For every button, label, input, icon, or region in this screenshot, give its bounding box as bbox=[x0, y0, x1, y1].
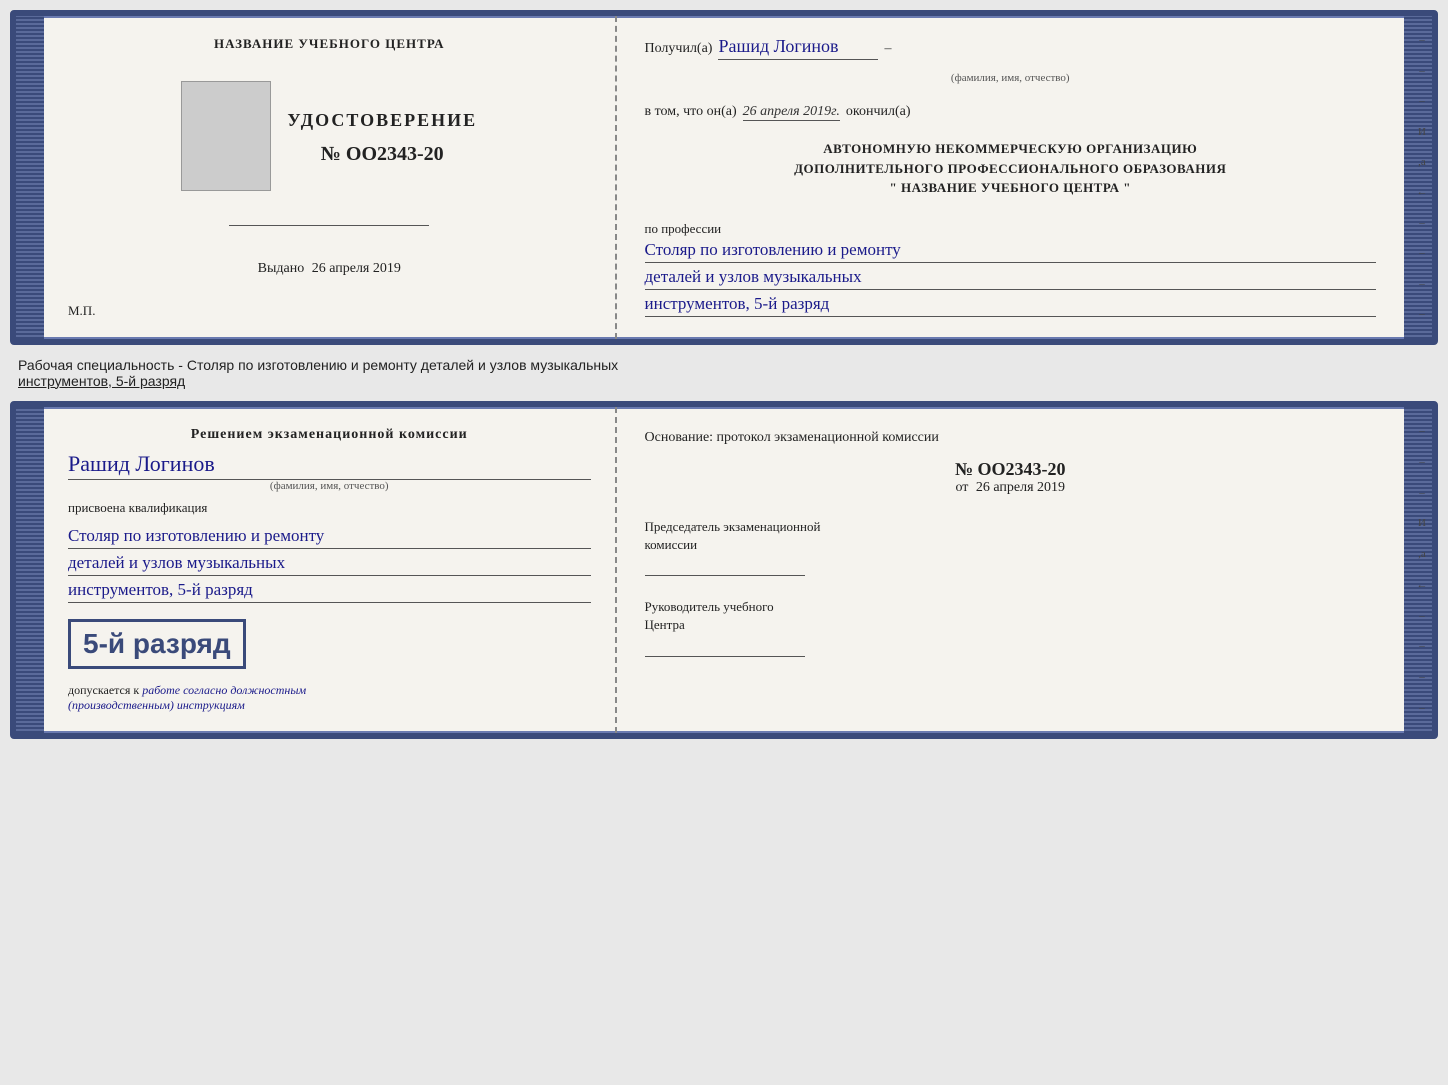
profession-lines: Столяр по изготовлению и ремонту деталей… bbox=[645, 238, 1377, 319]
allowed-value2: (производственным) инструкциям bbox=[68, 698, 245, 712]
profession-line2: деталей и узлов музыкальных bbox=[645, 267, 1377, 290]
received-label: Получил(а) bbox=[645, 41, 713, 57]
rank-text: 5-й разряд bbox=[83, 628, 231, 659]
org-text: АВТОНОМНУЮ НЕКОММЕРЧЕСКУЮ ОРГАНИЗАЦИЮ ДО… bbox=[645, 139, 1377, 198]
chairman-block: Председатель экзаменационной комиссии bbox=[645, 518, 1377, 576]
page-wrapper: НАЗВАНИЕ УЧЕБНОГО ЦЕНТРА УДОСТОВЕРЕНИЕ №… bbox=[10, 10, 1438, 739]
binding-right-bottom bbox=[1404, 407, 1432, 733]
profession-section: по профессии Столяр по изготовлению и ре… bbox=[645, 220, 1377, 319]
org-line1: АВТОНОМНУЮ НЕКОММЕРЧЕСКУЮ ОРГАНИЗАЦИЮ bbox=[645, 139, 1377, 159]
cert-label: УДОСТОВЕРЕНИЕ bbox=[287, 110, 477, 131]
issued-label: Выдано bbox=[258, 261, 305, 276]
top-school-name: НАЗВАНИЕ УЧЕБНОГО ЦЕНТРА bbox=[214, 36, 445, 52]
basis-text: Основание: протокол экзаменационной коми… bbox=[645, 427, 1377, 449]
bottom-prof-line1: Столяр по изготовлению и ремонту bbox=[68, 526, 591, 549]
allowed-section: допускается к работе согласно должностны… bbox=[68, 683, 591, 713]
bottom-right-panel: Основание: протокол экзаменационной коми… bbox=[617, 407, 1405, 733]
mp-label: М.П. bbox=[68, 303, 95, 319]
bottom-name-section: Рашид Логинов (фамилия, имя, отчество) bbox=[68, 451, 591, 492]
top-certificate-card: НАЗВАНИЕ УЧЕБНОГО ЦЕНТРА УДОСТОВЕРЕНИЕ №… bbox=[10, 10, 1438, 345]
allowed-value: работе согласно должностным bbox=[142, 683, 306, 697]
top-left-panel: НАЗВАНИЕ УЧЕБНОГО ЦЕНТРА УДОСТОВЕРЕНИЕ №… bbox=[44, 16, 617, 339]
director-block: Руководитель учебного Центра bbox=[645, 598, 1377, 656]
profession-line3: инструментов, 5-й разряд bbox=[645, 294, 1377, 317]
protocol-date-prefix: от bbox=[955, 480, 968, 495]
name-subtext-top: (фамилия, имя, отчество) bbox=[645, 72, 1377, 84]
protocol-date: от 26 апреля 2019 bbox=[645, 480, 1377, 496]
profession-line1: Столяр по изготовлению и ремонту bbox=[645, 240, 1377, 263]
cert-number: № OO2343-20 bbox=[321, 143, 444, 166]
specialty-text: Рабочая специальность - Столяр по изгото… bbox=[10, 353, 1438, 393]
received-name: Рашид Логинов bbox=[718, 36, 878, 60]
assigned-label: присвоена квалификация bbox=[68, 500, 591, 516]
org-line2: ДОПОЛНИТЕЛЬНОГО ПРОФЕССИОНАЛЬНОГО ОБРАЗО… bbox=[645, 159, 1377, 179]
binding-right-top bbox=[1404, 16, 1432, 339]
bottom-left-panel: Решением экзаменационной комиссии Рашид … bbox=[44, 407, 617, 733]
top-right-panel: Получил(а) Рашид Логинов – (фамилия, имя… bbox=[617, 16, 1405, 339]
date-value: 26 апреля 2019г. bbox=[743, 104, 840, 121]
received-row: Получил(а) Рашид Логинов – bbox=[645, 36, 1377, 60]
bottom-profession-lines: Столяр по изготовлению и ремонту деталей… bbox=[68, 524, 591, 605]
rank-box: 5-й разряд bbox=[68, 619, 246, 669]
bottom-certificate-card: Решением экзаменационной комиссии Рашид … bbox=[10, 401, 1438, 739]
bottom-name-subtext: (фамилия, имя, отчество) bbox=[68, 480, 591, 492]
protocol-number: № OO2343-20 bbox=[645, 459, 1377, 480]
binding-left-bottom bbox=[16, 407, 44, 733]
protocol-section: № OO2343-20 от 26 апреля 2019 bbox=[645, 459, 1377, 496]
chairman-label: Председатель экзаменационной комиссии bbox=[645, 518, 1377, 554]
protocol-date-value: 26 апреля 2019 bbox=[976, 480, 1065, 495]
bottom-name: Рашид Логинов bbox=[68, 451, 591, 480]
date-suffix: окончил(а) bbox=[846, 104, 911, 120]
date-prefix: в том, что он(а) bbox=[645, 104, 737, 120]
specialty-line1: Рабочая специальность - Столяр по изгото… bbox=[18, 357, 618, 373]
allowed-prefix: допускается к bbox=[68, 683, 139, 697]
photo-placeholder bbox=[181, 81, 271, 191]
chairman-sig-line bbox=[645, 558, 805, 576]
director-sig-line bbox=[645, 639, 805, 657]
binding-left-top bbox=[16, 16, 44, 339]
date-row: в том, что он(а) 26 апреля 2019г. окончи… bbox=[645, 104, 1377, 121]
specialty-line2: инструментов, 5-й разряд bbox=[18, 373, 185, 389]
commission-label: Решением экзаменационной комиссии bbox=[68, 427, 591, 443]
bottom-prof-line3: инструментов, 5-й разряд bbox=[68, 580, 591, 603]
profession-label: по профессии bbox=[645, 221, 722, 236]
issued-line: Выдано 26 апреля 2019 bbox=[258, 261, 401, 277]
org-line3: " НАЗВАНИЕ УЧЕБНОГО ЦЕНТРА " bbox=[645, 178, 1377, 198]
issued-date: 26 апреля 2019 bbox=[312, 261, 401, 276]
divider-line bbox=[229, 225, 429, 226]
director-label: Руководитель учебного Центра bbox=[645, 598, 1377, 634]
bottom-prof-line2: деталей и узлов музыкальных bbox=[68, 553, 591, 576]
